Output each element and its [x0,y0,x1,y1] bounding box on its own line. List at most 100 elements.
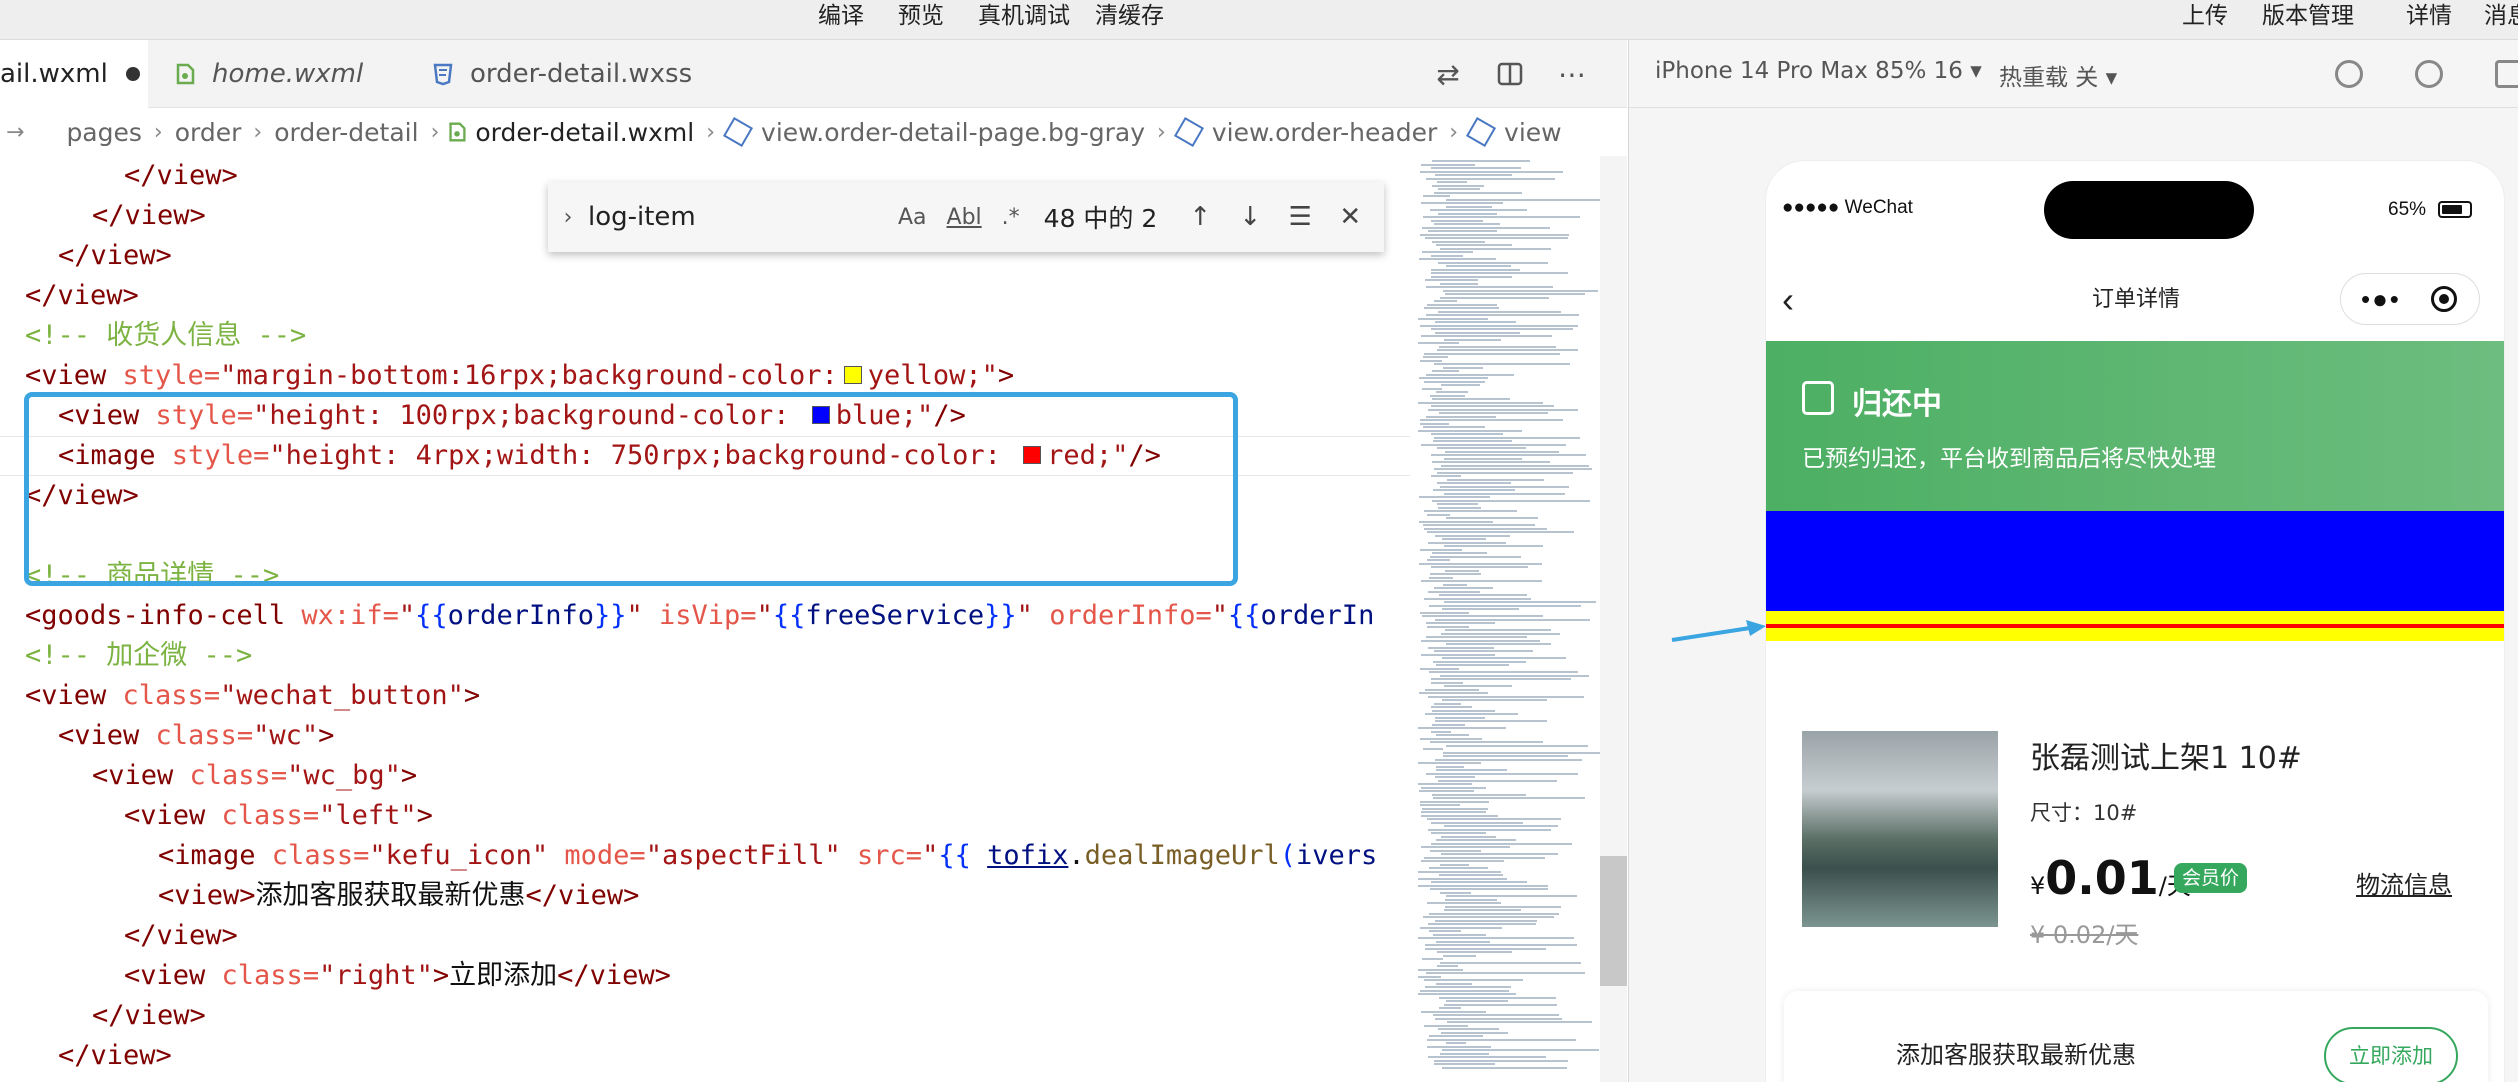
upload-button[interactable]: 上传 [2182,0,2228,40]
close-icon[interactable]: ✕ [1335,202,1365,232]
breadcrumb-item[interactable]: order-detail [274,118,418,147]
logistics-link[interactable]: 物流信息 [2356,865,2452,900]
device-select[interactable]: iPhone 14 Pro Max 85% 16 ▾ [1655,58,1982,84]
unsaved-dot-icon[interactable] [125,67,140,81]
minimap-line [1418,968,1463,971]
code-area[interactable]: </view> </view> </view> </view> <!-- 收货人… [0,156,1410,1082]
arrow-down-icon[interactable]: ↓ [1235,202,1265,232]
hot-reload-select[interactable]: 热重载 关 ▾ [1999,58,2117,92]
minimap-line [1431,167,1521,169]
minimap-line [1431,832,1486,834]
minimap-line [1418,993,1516,995]
more-icon[interactable]: •●• [2361,284,2401,315]
code-line: <image class="kefu_icon" mode="aspectFil… [158,840,1378,871]
minimap-line [1427,559,1450,561]
version-management-button[interactable]: 版本管理 [2262,0,2354,40]
order-status-title: 归还中 [1852,387,1942,422]
minimap-line [1437,503,1478,505]
preview-button[interactable]: 预览 [898,0,944,40]
breadcrumb-item[interactable]: view [1504,118,1562,147]
compare-icon[interactable]: ⇄ [1428,54,1468,94]
minimap-line [1423,748,1443,750]
minimap-line [1431,475,1461,477]
more-actions-icon[interactable]: ⋯ [1552,54,1592,94]
compile-button[interactable]: 编译 [818,0,864,40]
regex-toggle[interactable]: .* [1002,205,1020,230]
tab-order-detail-wxss[interactable]: order-detail.wxss [404,40,734,108]
minimap-line [1432,709,1495,712]
minimap-line [1439,412,1548,414]
minimap-line [1425,713,1518,715]
minimap-line [1443,289,1598,292]
minimap-line [1440,891,1471,894]
minimap-line [1440,863,1469,866]
minimap-line [1421,202,1503,204]
breadcrumb-item[interactable]: view.order-header [1212,118,1437,147]
minimap-line [1428,408,1578,411]
tab-home-wxml[interactable]: home.wxml [150,40,402,108]
arrow-up-icon[interactable]: ↑ [1185,202,1215,232]
scrollbar-thumb[interactable] [1600,856,1627,986]
minimap-line [1446,1042,1466,1044]
minimap-line [1431,842,1572,845]
minimap-line [1436,765,1464,768]
minimap-line [1420,800,1489,803]
breadcrumb-item[interactable]: view.order-detail-page.bg-gray [761,118,1145,147]
split-editor-icon[interactable] [1490,54,1530,94]
minimap-line [1427,1038,1576,1041]
close-capsule-icon[interactable] [2431,286,2457,312]
tab-order-detail-wxml[interactable]: ail.wxml [0,40,148,108]
minimap-line [1423,426,1485,428]
minimap-line [1421,860,1504,862]
window-icon[interactable] [2495,60,2518,88]
details-button[interactable]: 详情 [2406,0,2452,40]
minimap-line [1439,594,1527,596]
order-status-description: 已预约归还，平台收到商品后将尽快处理 [1802,446,2216,472]
refresh-icon[interactable] [2335,60,2363,88]
minimap-line [1423,216,1580,218]
breadcrumb-item[interactable]: order-detail.wxml [475,118,694,147]
minimap-line [1431,821,1523,824]
menu-capsule[interactable]: •●• [2340,273,2480,325]
code-line: <view class="left"> [124,800,433,831]
minimap-line [1428,541,1506,544]
stop-icon[interactable] [2415,60,2443,88]
editor-scrollbar[interactable] [1600,156,1627,1082]
minimap-line [1427,303,1497,306]
minimap-line [1431,730,1451,733]
find-in-selection-icon[interactable]: ☰ [1285,202,1315,232]
minimap[interactable] [1410,156,1600,1082]
minimap-line [1444,492,1565,495]
minimap-line [1426,622,1495,624]
minimap-line [1436,734,1469,736]
minimap-line [1441,632,1560,635]
clear-cache-button[interactable]: 清缓存 [1095,0,1164,40]
breadcrumb-item[interactable]: pages [66,118,141,147]
color-swatch-yellow[interactable] [843,365,862,384]
add-service-button[interactable]: 立即添加 [2324,1027,2458,1082]
minimap-line [1432,160,1530,162]
messages-button[interactable]: 消息 [2484,0,2518,40]
match-case-toggle[interactable]: Aa [898,205,927,230]
minimap-line [1447,1021,1592,1023]
remote-debug-button[interactable]: 真机调试 [978,0,1070,40]
minimap-line [1418,429,1522,432]
minimap-line [1436,769,1507,771]
find-input[interactable] [588,195,888,239]
minimap-line [1427,531,1574,533]
minimap-line [1423,356,1448,358]
minimap-line [1434,191,1522,194]
breadcrumb-item[interactable]: order [175,118,242,147]
minimap-line [1438,779,1557,782]
dynamic-island [2044,181,2254,239]
minimap-line [1421,786,1486,789]
carrier-label: ●●●●● WeChat [1782,197,1913,218]
element-icon [723,116,754,148]
original-price: ¥ 0.02/天 [2030,921,2139,949]
chevron-right-icon[interactable]: › [548,205,588,230]
minimap-line [1443,751,1600,754]
minimap-line [1421,846,1510,848]
whole-word-toggle[interactable]: Abl [947,205,982,230]
minimap-line [1441,384,1480,386]
goods-info-card[interactable]: 张磊测试上架1 10# 尺寸：10# ¥0.01/天 会员价 ¥ 0.02/天 … [1766,671,2504,961]
